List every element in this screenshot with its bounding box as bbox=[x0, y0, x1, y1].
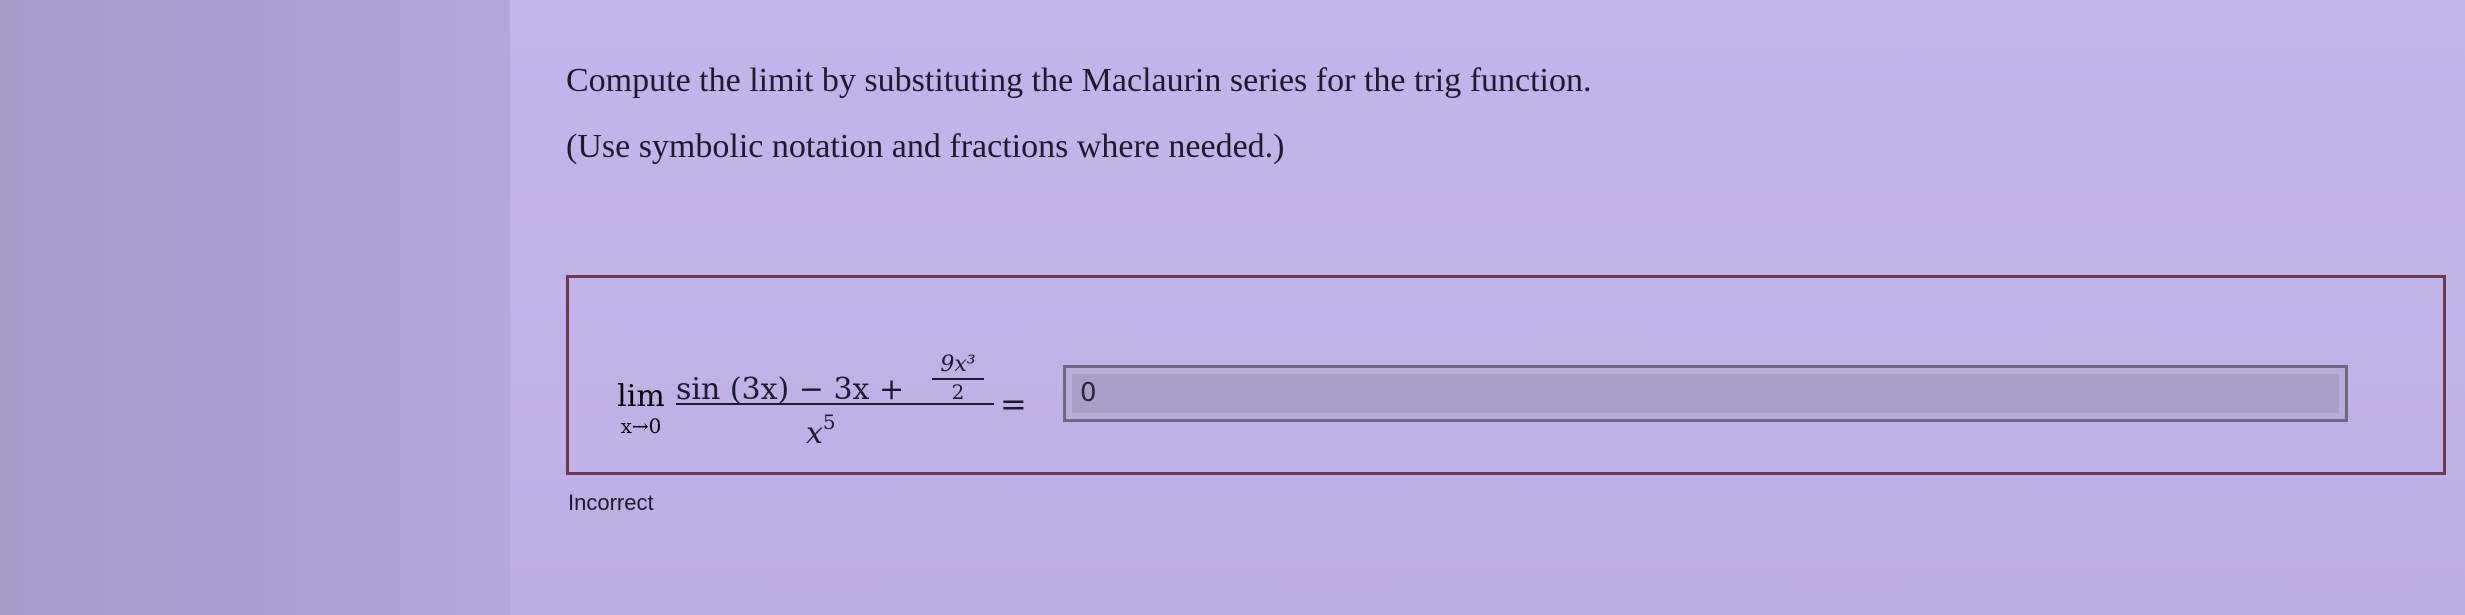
inner-fraction-denominator: 2 bbox=[951, 380, 965, 404]
numerator-text: sin (3x) − 3x + bbox=[676, 372, 905, 407]
inner-fraction: 9x³ 2 bbox=[928, 352, 988, 404]
inner-fraction-numerator: 9x³ bbox=[940, 352, 976, 377]
equals-sign: = bbox=[1000, 385, 1027, 423]
lim-word: lim bbox=[617, 379, 665, 414]
left-background bbox=[0, 0, 510, 615]
denominator-base: x bbox=[806, 416, 823, 451]
question-prompt: Compute the limit by substituting the Ma… bbox=[566, 62, 1592, 99]
question-hint: (Use symbolic notation and fractions whe… bbox=[566, 128, 1285, 165]
limit-operator: lim x→0 bbox=[612, 379, 670, 439]
answer-input-value[interactable]: 0 bbox=[1080, 378, 1097, 408]
lim-subscript: x→0 bbox=[620, 414, 662, 438]
feedback-status: Incorrect bbox=[568, 490, 654, 515]
answer-input[interactable] bbox=[1063, 365, 2348, 422]
fraction-bar bbox=[676, 403, 994, 405]
limit-fraction: sin (3x) − 3x + 9x³ 2 x5 bbox=[676, 330, 996, 451]
denominator-exponent: 5 bbox=[822, 410, 836, 434]
fraction-denominator: x5 bbox=[806, 410, 836, 451]
